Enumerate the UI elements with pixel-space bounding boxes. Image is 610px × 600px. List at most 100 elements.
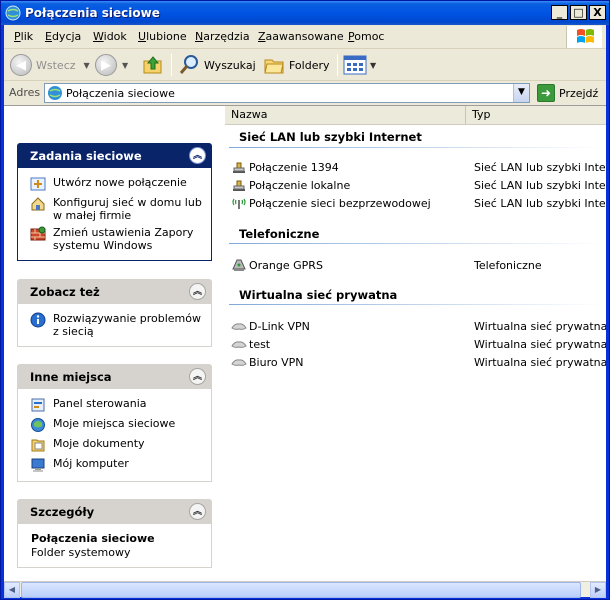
see-also-body: Rozwiązywanie problemów z siecią	[17, 304, 212, 347]
list-item[interactable]: Biuro VPN Wirtualna sieć prywatna	[229, 353, 606, 371]
forward-arrow-icon: ▶	[95, 54, 117, 76]
wireless-connection-icon	[232, 198, 246, 209]
other-places-panel: Inne miejsca ︽ Panel sterowania Moje mie…	[17, 364, 212, 482]
item-type: Wirtualna sieć prywatna	[474, 338, 606, 351]
task-setup-home-network[interactable]: Konfiguruj sieć w domu lub w małej firmi…	[18, 194, 211, 224]
menu-file[interactable]: Plik	[14, 30, 33, 43]
scroll-right-icon[interactable]: ▶	[590, 582, 606, 598]
dialup-connection-icon	[232, 259, 246, 271]
list-item[interactable]: D-Link VPN Wirtualna sieć prywatna	[229, 317, 606, 335]
item-type: Sieć LAN lub szybki Inter...	[474, 179, 606, 192]
menu-edit[interactable]: Edycja	[45, 30, 81, 43]
scroll-left-icon[interactable]: ◀	[4, 582, 20, 598]
task-create-connection[interactable]: Utwórz nowe połączenie	[18, 174, 211, 194]
views-icon	[343, 55, 367, 75]
menu-advanced[interactable]: Zaawansowane	[258, 30, 344, 43]
views-dropdown-icon[interactable]: ▼	[370, 61, 376, 70]
place-network-places[interactable]: Moje miejsca sieciowe	[18, 415, 211, 435]
forward-button[interactable]: ▶ ▼	[95, 52, 128, 78]
task-pane: Zadania sieciowe ︽ Utwórz nowe połączeni…	[4, 106, 224, 582]
list-item[interactable]: Połączenie sieci bezprzewodowej Sieć LAN…	[229, 194, 606, 212]
see-also-title: Zobacz też	[30, 285, 100, 299]
other-places-title: Inne miejsca	[30, 370, 112, 384]
collapse-chevron-icon[interactable]: ︽	[189, 503, 206, 520]
search-button[interactable]: Wyszukaj	[178, 52, 256, 78]
file-list: Nazwa Typ Sieć LAN lub szybki Internet P…	[225, 106, 606, 582]
vpn-connection-icon	[231, 341, 247, 348]
close-button[interactable]: X	[589, 5, 606, 20]
folders-label: Foldery	[289, 58, 330, 72]
content-area: Zadania sieciowe ︽ Utwórz nowe połączeni…	[4, 105, 606, 582]
group-divider	[229, 304, 603, 305]
column-header-type[interactable]: Typ	[466, 106, 606, 124]
menu-view[interactable]: Widok	[93, 30, 127, 43]
item-name: test	[249, 338, 271, 351]
item-type: Wirtualna sieć prywatna	[474, 356, 606, 369]
list-item[interactable]: test Wirtualna sieć prywatna	[229, 335, 606, 353]
details-header[interactable]: Szczegóły ︽	[17, 499, 212, 524]
search-icon	[179, 55, 198, 74]
menu-bar: Plik Edycja Widok Ulubione Narzędzia Zaa…	[4, 25, 606, 49]
menu-help[interactable]: Pomoc	[348, 30, 384, 43]
place-control-panel[interactable]: Panel sterowania	[18, 395, 211, 415]
collapse-chevron-icon[interactable]: ︽	[189, 283, 206, 300]
group-divider	[229, 243, 603, 244]
home-network-icon	[31, 197, 45, 211]
place-my-documents[interactable]: Moje dokumenty	[18, 435, 211, 455]
other-places-header[interactable]: Inne miejsca ︽	[17, 364, 212, 389]
see-also-panel: Zobacz też ︽ Rozwiązywanie problemów z s…	[17, 279, 212, 347]
maximize-button[interactable]: □	[570, 5, 587, 20]
folders-button[interactable]: Foldery	[263, 52, 330, 78]
column-header-name[interactable]: Nazwa	[225, 106, 466, 124]
back-label: Wstecz	[36, 58, 76, 72]
control-panel-icon	[31, 398, 45, 412]
item-type: Telefoniczne	[474, 259, 542, 272]
forward-dropdown-icon[interactable]: ▼	[122, 61, 128, 70]
group-header-lan[interactable]: Sieć LAN lub szybki Internet	[239, 130, 422, 144]
network-tasks-header[interactable]: Zadania sieciowe ︽	[17, 143, 212, 168]
network-places-icon	[31, 418, 45, 432]
address-input[interactable]: Połączenia sieciowe ▼	[44, 83, 530, 103]
horizontal-scrollbar[interactable]: ◀ ▶	[4, 581, 606, 598]
task-troubleshoot-network[interactable]: Rozwiązywanie problemów z siecią	[18, 310, 211, 340]
network-tasks-panel: Zadania sieciowe ︽ Utwórz nowe połączeni…	[17, 143, 212, 261]
list-item[interactable]: Połączenie 1394 Sieć LAN lub szybki Inte…	[229, 158, 606, 176]
collapse-chevron-icon[interactable]: ︽	[189, 368, 206, 385]
title-bar[interactable]: Połączenia sieciowe _ □ X	[1, 1, 609, 25]
network-connections-icon	[48, 86, 62, 100]
details-item-name: Połączenia sieciowe	[31, 532, 155, 545]
up-folder-button[interactable]	[142, 52, 164, 78]
see-also-header[interactable]: Zobacz też ︽	[17, 279, 212, 304]
details-body: Połączenia sieciowe Folder systemowy	[17, 524, 212, 568]
go-button[interactable]: ➜ Przejdź	[537, 84, 598, 102]
list-item[interactable]: Połączenie lokalne Sieć LAN lub szybki I…	[229, 176, 606, 194]
item-type: Sieć LAN lub szybki Inter...	[474, 161, 606, 174]
views-button[interactable]: ▼	[343, 52, 376, 78]
group-header-dialup[interactable]: Telefoniczne	[239, 227, 319, 241]
scroll-thumb[interactable]	[21, 582, 581, 598]
item-name: Biuro VPN	[249, 356, 304, 369]
windows-logo-icon	[566, 26, 602, 48]
details-title: Szczegóły	[30, 505, 95, 519]
back-dropdown-icon[interactable]: ▼	[84, 61, 90, 70]
back-button[interactable]: ◀ Wstecz ▼	[10, 52, 90, 78]
minimize-button[interactable]: _	[551, 5, 568, 20]
place-my-documents-label: Moje dokumenty	[53, 437, 145, 450]
place-network-places-label: Moje miejsca sieciowe	[53, 417, 176, 430]
list-item[interactable]: Orange GPRS Telefoniczne	[229, 256, 603, 274]
place-my-computer[interactable]: Mój komputer	[18, 455, 211, 475]
back-arrow-icon: ◀	[10, 54, 32, 76]
task-setup-home-network-label: Konfiguruj sieć w domu lub w małej firmi…	[53, 196, 202, 222]
menu-favorites[interactable]: Ulubione	[138, 30, 187, 43]
address-dropdown-icon[interactable]: ▼	[513, 84, 529, 102]
toolbar-separator	[337, 54, 338, 76]
group-header-vpn[interactable]: Wirtualna sieć prywatna	[239, 288, 397, 302]
task-create-connection-label: Utwórz nowe połączenie	[53, 176, 187, 189]
task-firewall-settings[interactable]: Zmień ustawienia Zapory systemu Windows	[18, 224, 211, 254]
network-tasks-title: Zadania sieciowe	[30, 149, 142, 163]
collapse-chevron-icon[interactable]: ︽	[189, 147, 206, 164]
go-label: Przejdź	[559, 86, 599, 100]
menu-tools[interactable]: Narzędzia	[195, 30, 250, 43]
info-icon	[30, 312, 46, 328]
item-name: Połączenie lokalne	[249, 179, 351, 192]
